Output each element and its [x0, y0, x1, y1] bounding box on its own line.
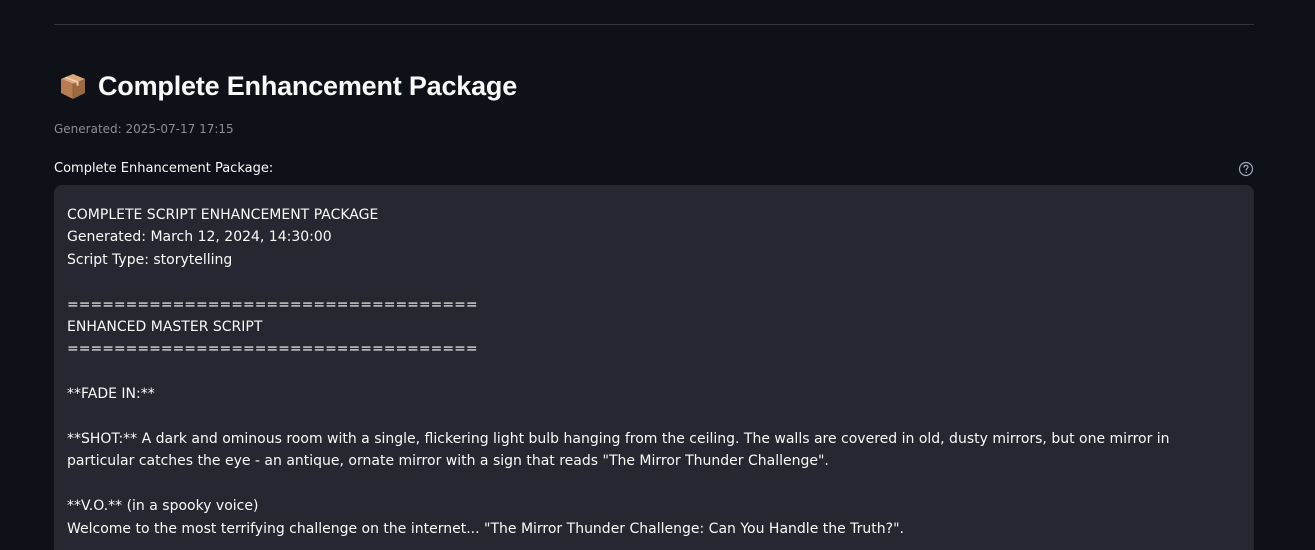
page-title: Complete Enhancement Package — [98, 70, 518, 101]
section-header: Complete Enhancement Package — [58, 68, 517, 104]
text-line — [67, 473, 1241, 495]
text-line: COMPLETE SCRIPT ENHANCEMENT PACKAGE — [67, 207, 379, 223]
text-line — [67, 361, 1241, 383]
textarea-label: Complete Enhancement Package: — [54, 161, 274, 176]
question-circle-icon[interactable] — [1238, 161, 1254, 177]
text-line: Script Type: storytelling — [67, 251, 233, 268]
text-line: **FADE IN:** — [67, 386, 155, 403]
text-line — [67, 271, 1241, 293]
enhancement-package-textarea[interactable]: COMPLETE SCRIPT ENHANCEMENT PACKAGE Gene… — [54, 185, 1254, 550]
text-line — [67, 406, 1241, 428]
text-line: ENHANCED MASTER SCRIPT — [67, 319, 263, 336]
text-line: =================================== — [67, 296, 478, 313]
text-line: Generated: March 12, 2024, 14:30:00 — [67, 229, 332, 246]
package-icon — [58, 71, 88, 101]
generated-timestamp: Generated: 2025-07-17 17:15 — [54, 122, 234, 136]
divider — [54, 24, 1254, 25]
app-page: Complete Enhancement Package Generated: … — [0, 0, 1315, 550]
text-line: **V.O.** (in a spooky voice) — [67, 498, 259, 515]
text-line: Welcome to the most terrifying challenge… — [67, 520, 904, 537]
text-line: **SHOT:** A dark and ominous room with a… — [67, 431, 1175, 470]
text-line: =================================== — [67, 341, 478, 358]
